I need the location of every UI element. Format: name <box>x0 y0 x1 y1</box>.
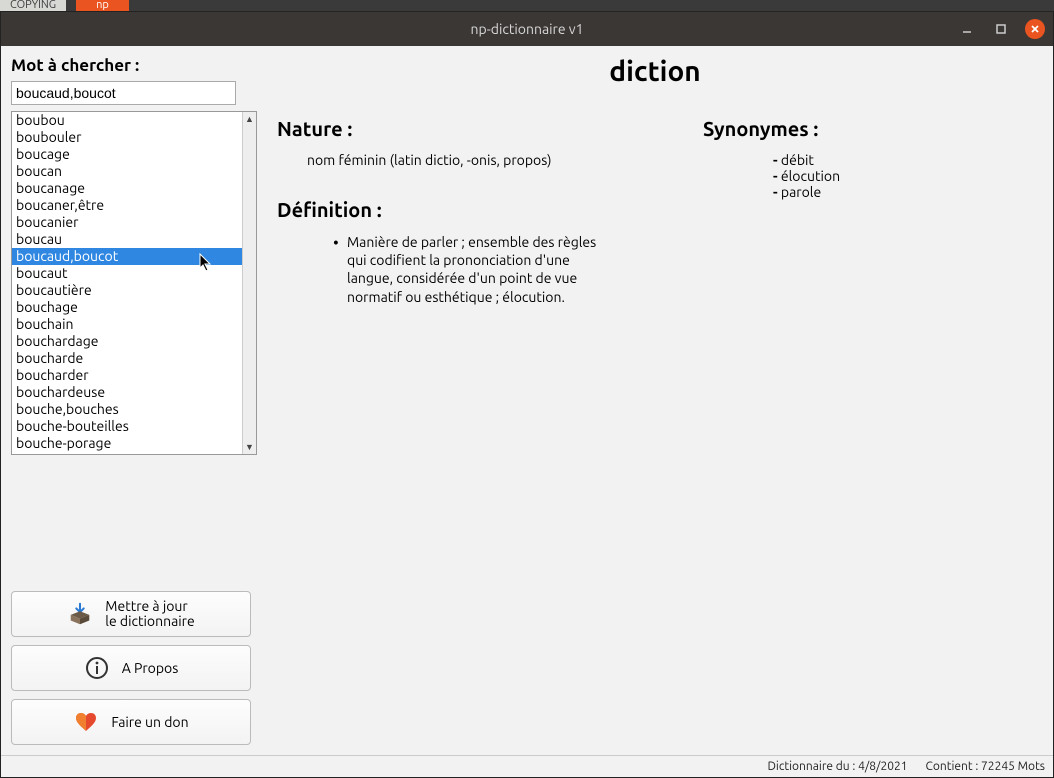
synonym-item: élocution <box>773 168 1033 184</box>
definition-list: Manière de parler ; ensemble des règles … <box>347 233 637 306</box>
status-dict-date: Dictionnaire du : 4/8/2021 <box>767 760 907 773</box>
suggestion-item[interactable]: bouchage <box>12 299 242 316</box>
definition-item: Manière de parler ; ensemble des règles … <box>347 233 617 306</box>
suggestion-item[interactable]: bouche-porage <box>12 435 242 452</box>
titlebar[interactable]: np-dictionnaire v1 <box>1 12 1053 46</box>
synonym-item: débit <box>773 152 1033 168</box>
update-line2: le dictionnaire <box>105 614 194 629</box>
synonyms-heading: Synonymes : <box>703 117 1033 140</box>
suggestion-item[interactable]: boucautière <box>12 282 242 299</box>
donate-button[interactable]: Faire un don <box>11 699 251 745</box>
status-word-count: Contient : 72245 Mots <box>926 760 1045 773</box>
scroll-down-button[interactable]: ▼ <box>243 440 256 454</box>
suggestion-item[interactable]: boucaud,boucot <box>12 248 242 265</box>
suggestion-item[interactable]: boucharder <box>12 367 242 384</box>
donate-label: Faire un don <box>111 714 188 730</box>
suggestion-item[interactable]: bouche,bouches <box>12 401 242 418</box>
tab-copying[interactable]: COPYING <box>0 0 66 11</box>
status-bar: Dictionnaire du : 4/8/2021 Contient : 72… <box>1 755 1053 777</box>
heart-icon <box>73 709 99 735</box>
suggestion-item[interactable]: boucan <box>12 163 242 180</box>
definition-heading: Définition : <box>277 198 663 221</box>
suggestion-item[interactable]: boucanier <box>12 214 242 231</box>
minimize-button[interactable] <box>957 19 977 39</box>
scroll-up-button[interactable]: ▲ <box>243 112 256 126</box>
info-icon <box>84 655 110 681</box>
maximize-button[interactable] <box>991 19 1011 39</box>
window-title: np-dictionnaire v1 <box>471 21 584 37</box>
about-button[interactable]: A Propos <box>11 645 251 691</box>
search-label: Mot à chercher : <box>11 56 257 75</box>
suggestion-scrollbar[interactable]: ▲ ▼ <box>242 112 256 454</box>
suggestion-item[interactable]: boubou <box>12 112 242 129</box>
update-line1: Mettre à jour <box>105 599 194 614</box>
tab-np[interactable]: np <box>76 0 129 11</box>
suggestion-item[interactable]: boucanage <box>12 180 242 197</box>
suggestion-item[interactable]: boucage <box>12 146 242 163</box>
app-window: np-dictionnaire v1 Mot à chercher : boub… <box>0 11 1054 778</box>
suggestion-item[interactable]: bouchardage <box>12 333 242 350</box>
entry-headword: diction <box>277 56 1033 87</box>
suggestion-listbox[interactable]: bouboubouboulerboucageboucanboucanagebou… <box>11 111 257 455</box>
nature-text: nom féminin (latin dictio, -onis, propos… <box>307 152 663 168</box>
suggestion-item[interactable]: bouchain <box>12 316 242 333</box>
suggestion-item[interactable]: bouche-bouteilles <box>12 418 242 435</box>
download-box-icon <box>67 601 93 627</box>
suggestion-item[interactable]: bouchardeuse <box>12 384 242 401</box>
background-tabs: COPYING np <box>0 0 1054 11</box>
search-input[interactable] <box>11 81 236 105</box>
nature-heading: Nature : <box>277 117 663 140</box>
suggestion-item[interactable]: boucau <box>12 231 242 248</box>
synonym-item: parole <box>773 184 1033 200</box>
suggestion-item[interactable]: boucaner,être <box>12 197 242 214</box>
suggestion-item[interactable]: boubouler <box>12 129 242 146</box>
close-button[interactable] <box>1025 19 1045 39</box>
update-dictionary-button[interactable]: Mettre à jour le dictionnaire <box>11 591 251 637</box>
suggestion-item[interactable]: boucaut <box>12 265 242 282</box>
synonym-list: débitélocutionparole <box>773 152 1033 200</box>
suggestion-item[interactable]: boucharde <box>12 350 242 367</box>
about-label: A Propos <box>122 660 179 676</box>
